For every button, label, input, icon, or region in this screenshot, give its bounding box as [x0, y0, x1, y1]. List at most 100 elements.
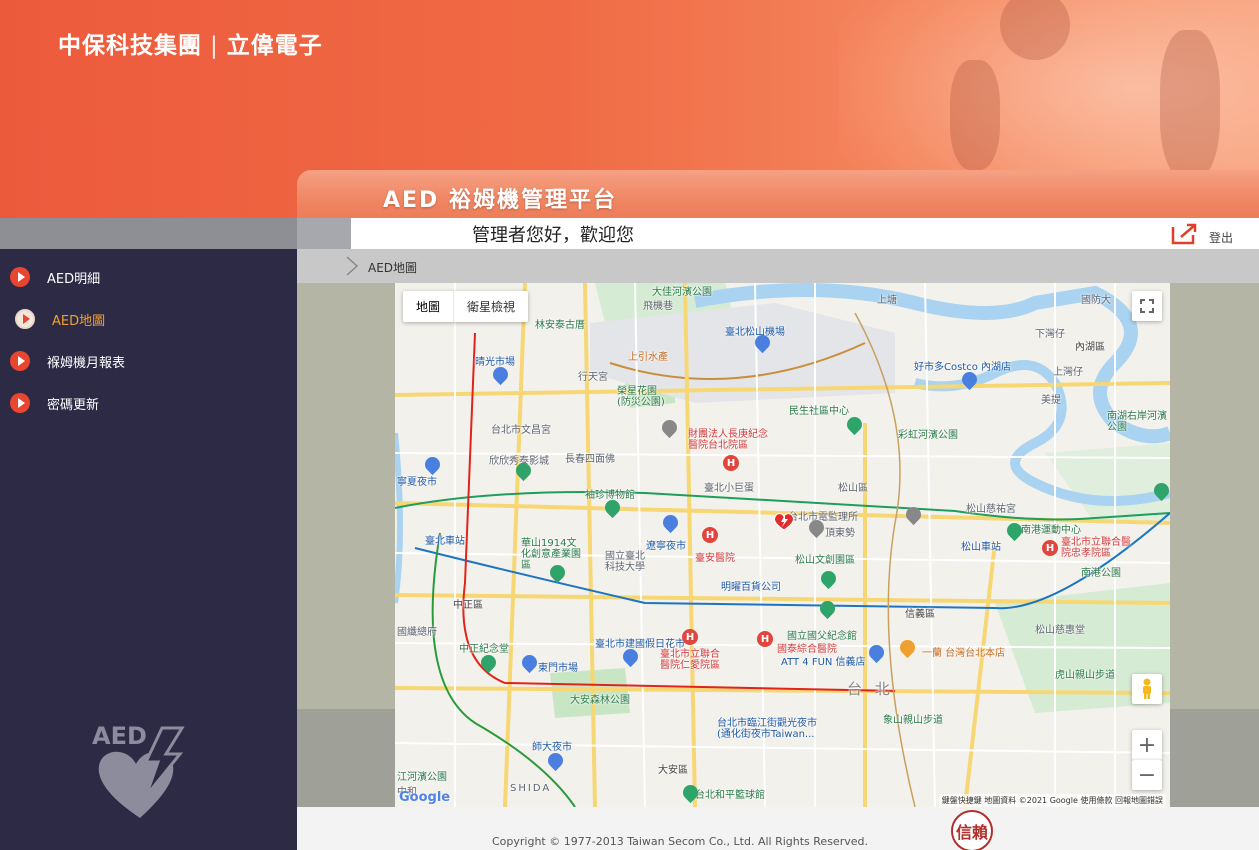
map-label: 臺北市立聯合醫院忠孝院區: [1061, 537, 1131, 559]
sidebar: AED明細 AED地圖 褓姆機月報表 密碼更新 AED: [0, 218, 297, 850]
brand-logo: 中保科技集團 | 立偉電子: [58, 26, 323, 60]
play-icon: [10, 393, 30, 413]
hospital-icon[interactable]: H: [1042, 540, 1058, 556]
map-label: 頂東勢: [825, 528, 855, 539]
sidebar-item-password[interactable]: 密碼更新: [0, 382, 297, 424]
map-type-satellite-button[interactable]: 衛星檢視: [454, 291, 528, 322]
hospital-icon[interactable]: H: [682, 629, 698, 645]
map-label: 大佳河濱公園: [652, 287, 712, 298]
aed-marker-icon[interactable]: [773, 511, 795, 531]
welcome-bar-accent: [297, 218, 351, 249]
sidebar-item-aed-map[interactable]: AED地圖: [0, 298, 297, 340]
map-river: [395, 432, 403, 604]
map-label: 南港運動中心: [1021, 525, 1081, 536]
google-map[interactable]: 大佳河濱公園 飛機巷 臺北松山機場 上塘 國防大 下灣仔 內湖區 林安泰古厝 晴…: [395, 283, 1170, 807]
map-label: 上灣仔: [1053, 367, 1083, 378]
map-label: 大安森林公園: [570, 695, 630, 706]
map-label: 臺北小巨蛋: [704, 483, 754, 494]
map-label: 臺北市建國假日花市: [595, 639, 685, 650]
copyright-text: Copyright © 1977-2013 Taiwan Secom Co., …: [492, 835, 868, 848]
sidebar-item-aed-detail[interactable]: AED明細: [0, 256, 297, 298]
trust-seal: 信賴: [951, 810, 993, 850]
breadcrumb: AED地圖: [297, 249, 1259, 283]
map-label: 林安泰古厝: [535, 320, 585, 331]
map-label: 美提: [1041, 395, 1061, 406]
map-label: 袖珍博物館: [585, 490, 635, 501]
hospital-icon[interactable]: H: [702, 527, 718, 543]
map-label: 遼寧夜市: [646, 541, 686, 552]
map-label: 中正區: [453, 600, 483, 611]
map-label: 長春四面佛: [565, 454, 615, 465]
aed-heart-logo: AED: [92, 722, 185, 818]
map-label: 上引水產: [628, 352, 668, 363]
sidebar-item-monthly-report[interactable]: 褓姆機月報表: [0, 340, 297, 382]
fullscreen-button[interactable]: [1132, 291, 1162, 321]
map-label: 松山文創園區: [795, 555, 855, 566]
map-label: 飛機巷: [643, 301, 673, 312]
map-label: 松山車站: [961, 542, 1001, 553]
hospital-icon[interactable]: H: [723, 455, 739, 471]
map-label: 寧夏夜市: [397, 477, 437, 488]
map-label: 台北市文昌宮: [491, 425, 551, 436]
breadcrumb-arrow-icon: [346, 256, 359, 276]
map-park: [1045, 443, 1170, 523]
map-label: 信義區: [905, 609, 935, 620]
map-label: 晴光市場: [475, 357, 515, 368]
map-label: 彩虹河濱公園: [898, 430, 958, 441]
map-label: 下灣仔: [1035, 329, 1065, 340]
map-label: SHIDA: [510, 783, 552, 794]
title-bar: AED 裕姆機管理平台: [297, 170, 1259, 218]
map-label: 南湖右岸河濱公園: [1107, 411, 1167, 433]
breadcrumb-current: AED地圖: [368, 261, 418, 275]
platform-title: AED 裕姆機管理平台: [383, 188, 617, 213]
map-label: 中正紀念堂: [459, 644, 509, 655]
header-banner: 中保科技集團 | 立偉電子 AED 裕姆機管理平台: [0, 0, 1259, 218]
zoom-out-button[interactable]: −: [1132, 760, 1162, 790]
map-label: 上塘: [877, 295, 897, 306]
map-type-map-button[interactable]: 地圖: [403, 291, 455, 322]
map-label: ATT 4 FUN 信義店: [781, 657, 866, 668]
map-label: 臺北松山機場: [725, 327, 785, 338]
map-label: 一蘭 台灣台北本店: [922, 648, 1006, 659]
map-label: 國纖總府: [397, 627, 437, 638]
map-label: 松山區: [838, 483, 868, 494]
welcome-bar: 管理者您好，歡迎您 登出: [297, 218, 1259, 249]
map-label: 好市多Costco 內湖店: [914, 362, 1012, 373]
map-label: 師大夜市: [532, 742, 572, 753]
header-photo-figure: [950, 60, 1000, 170]
sidebar-stripe: [0, 218, 297, 249]
map-label: 國防大: [1081, 295, 1111, 306]
map-label: 臺北市立聯合醫院仁愛院區: [660, 649, 720, 671]
pegman-icon: [1143, 678, 1151, 699]
header-photo-figure: [1160, 30, 1220, 180]
sidebar-item-label: 密碼更新: [47, 397, 100, 413]
welcome-text: 管理者您好，歡迎您: [472, 225, 634, 246]
logout-label: 登出: [1208, 231, 1233, 245]
map-label: 內湖區: [1075, 342, 1105, 353]
map-label: 虎山親山步道: [1055, 670, 1115, 681]
pegman-button[interactable]: [1132, 674, 1162, 704]
google-logo: Google: [399, 790, 451, 805]
map-label: 民生社區中心: [789, 406, 849, 417]
sidebar-item-label: AED明細: [47, 271, 101, 287]
map-label: 台北市電監理所: [788, 512, 858, 523]
footer: Copyright © 1977-2013 Taiwan Secom Co., …: [297, 807, 1259, 850]
logout-button[interactable]: 登出: [1171, 221, 1233, 246]
fullscreen-icon: [1140, 299, 1154, 313]
brand-right: 立偉電子: [226, 33, 323, 59]
map-label: 國立臺北科技大學: [605, 551, 645, 573]
map-label: 臺安醫院: [695, 553, 735, 564]
map-label: 南港公園: [1081, 568, 1121, 579]
map-label: 明曜百貨公司: [721, 582, 781, 593]
sidebar-menu: AED明細 AED地圖 褓姆機月報表 密碼更新: [0, 256, 297, 424]
aed-logo-text: AED: [92, 722, 147, 750]
play-icon: [10, 267, 30, 287]
hospital-icon[interactable]: H: [757, 631, 773, 647]
zoom-in-button[interactable]: +: [1132, 730, 1162, 760]
map-area-label: 台 北: [847, 680, 894, 698]
map-label: 江河濱公園: [397, 772, 447, 783]
map-label: 台北市臨江街觀光夜市(通化街夜市Taiwan...: [717, 718, 817, 740]
map-attribution[interactable]: 鍵盤快捷鍵 地圖資料 ©2021 Google 使用條款 回報地圖錯誤: [938, 794, 1166, 807]
brand-left: 中保科技集團: [58, 33, 202, 59]
map-label: 榮星花園(防災公園): [617, 386, 665, 408]
